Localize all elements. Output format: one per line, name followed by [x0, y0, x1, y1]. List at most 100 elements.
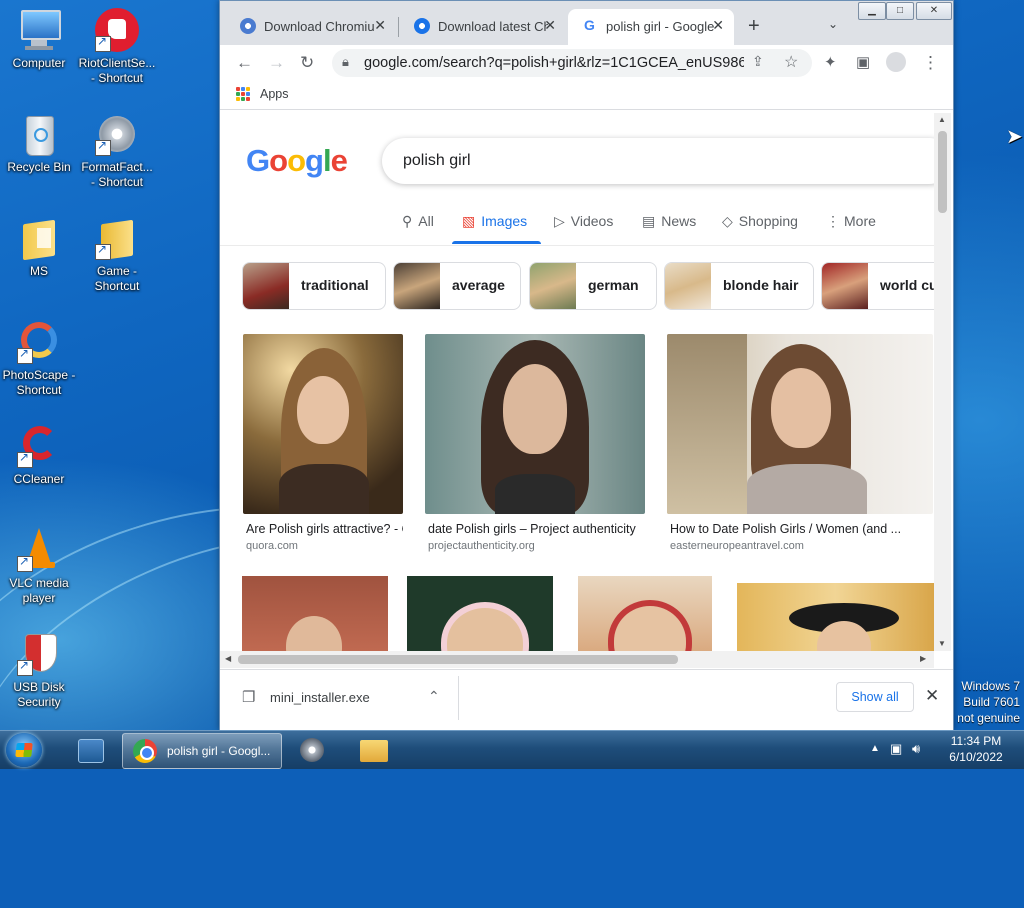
windows-watermark: Windows 7 Build 7601 not genuine: [957, 678, 1020, 726]
shortcut-arrow-icon: [95, 242, 111, 260]
taskbar-app-explorer[interactable]: [354, 733, 394, 767]
address-bar[interactable]: 🔒︎ google.com/search?q=polish+girl&rlz=1…: [332, 49, 812, 77]
desktop-icon-label: Recycle Bin: [7, 160, 71, 174]
google-logo[interactable]: Google: [246, 143, 348, 179]
image-result[interactable]: date Polish girls – Project authenticity…: [425, 334, 645, 552]
result-image[interactable]: [243, 334, 403, 514]
chip-label: average: [452, 277, 505, 293]
result-image[interactable]: [578, 576, 712, 651]
vertical-scrollbar[interactable]: ▲ ▼: [934, 113, 951, 651]
tab-images[interactable]: ▧ Images: [462, 213, 527, 230]
taskbar-app-chrome[interactable]: polish girl - Googl...: [122, 733, 282, 769]
taskbar-app-network[interactable]: [70, 733, 110, 767]
network-status-icon[interactable]: ▣: [890, 741, 902, 757]
minimize-button[interactable]: ▁: [858, 2, 886, 20]
reload-icon[interactable]: ↻: [300, 53, 314, 73]
result-image[interactable]: [425, 334, 645, 514]
tab-news[interactable]: ▤ News: [642, 213, 696, 230]
tab-polish-girl-search[interactable]: G polish girl - Google Search ✕: [568, 9, 734, 45]
apps-bookmark[interactable]: Apps: [260, 87, 289, 101]
result-source[interactable]: projectauthenticity.org: [425, 540, 645, 552]
volume-icon[interactable]: 🔊︎: [912, 741, 920, 757]
clock-time[interactable]: 11:34 PM: [936, 734, 1016, 748]
close-icon[interactable]: ✕: [544, 17, 556, 34]
apps-grid-icon[interactable]: [236, 87, 250, 101]
result-image[interactable]: [242, 576, 388, 651]
new-tab-button[interactable]: +: [748, 15, 760, 38]
file-icon: ❐: [242, 689, 256, 706]
chip-average[interactable]: average: [393, 262, 521, 310]
scroll-up-icon[interactable]: ▲: [938, 115, 946, 124]
back-icon[interactable]: ←: [236, 53, 253, 73]
download-item[interactable]: mini_installer.exe: [270, 690, 370, 705]
desktop-icon-ccleaner[interactable]: CCleaner: [0, 424, 78, 487]
result-source[interactable]: quora.com: [243, 540, 403, 552]
desktop-icon-label: Computer: [12, 56, 66, 70]
image-result[interactable]: Are Polish girls attractive? - Quora quo…: [243, 334, 403, 552]
chevron-up-icon[interactable]: ▲: [870, 743, 880, 754]
chip-thumbnail: [822, 263, 868, 309]
result-source[interactable]: easterneuropeantravel.com: [667, 540, 933, 552]
tab-all[interactable]: ⚲ All: [402, 213, 434, 230]
profile-avatar[interactable]: [886, 52, 906, 72]
tab-download-latest-chrome[interactable]: Download latest Chrome ✕: [400, 9, 566, 45]
result-image[interactable]: [737, 583, 934, 651]
image-result[interactable]: How to Date Polish Girls / Women (and ..…: [667, 334, 933, 552]
desktop-icon-game[interactable]: Game - Shortcut: [78, 216, 156, 294]
result-image[interactable]: [407, 576, 553, 651]
desktop-icon-ms[interactable]: MS: [0, 216, 78, 279]
chevron-up-icon[interactable]: ⌃: [428, 688, 440, 705]
clock-date[interactable]: 6/10/2022: [936, 750, 1016, 764]
desktop-icon-riot-client[interactable]: RiotClientSe... - Shortcut: [78, 8, 156, 86]
close-icon[interactable]: ✕: [374, 17, 386, 34]
desktop-icon-recycle-bin[interactable]: Recycle Bin: [0, 112, 78, 175]
chip-traditional[interactable]: traditional: [242, 262, 386, 310]
close-icon[interactable]: ✕: [712, 17, 724, 34]
chip-world-cup[interactable]: world cup: [821, 262, 934, 310]
desktop-icon-vlc[interactable]: VLC media player: [0, 528, 78, 606]
horizontal-scrollbar[interactable]: ◀ ▶: [220, 651, 934, 668]
show-all-button[interactable]: Show all: [836, 682, 914, 712]
result-title[interactable]: Are Polish girls attractive? - Quora: [243, 522, 403, 536]
tab-label: More: [844, 213, 876, 229]
image-icon: ▧: [462, 213, 476, 229]
scrollbar-thumb[interactable]: [238, 655, 678, 664]
desktop-icon-computer[interactable]: Computer: [0, 8, 78, 71]
chip-blonde-hair[interactable]: blonde hair: [664, 262, 814, 310]
close-window-button[interactable]: ✕: [916, 2, 952, 20]
scroll-right-icon[interactable]: ▶: [920, 654, 926, 663]
riot-client-icon: [95, 8, 139, 52]
scroll-down-icon[interactable]: ▼: [938, 639, 946, 648]
shortcut-arrow-icon: [17, 346, 33, 364]
result-title[interactable]: date Polish girls – Project authenticity: [425, 522, 645, 536]
taskbar-app-media[interactable]: [292, 733, 332, 767]
tab-download-chromium[interactable]: Download Chromium ✕: [226, 9, 396, 45]
chip-german[interactable]: german: [529, 262, 657, 310]
result-image[interactable]: [667, 334, 933, 514]
side-panel-icon[interactable]: ▣: [856, 53, 870, 71]
desktop-icon-format-factory[interactable]: FormatFact... - Shortcut: [78, 112, 156, 190]
media-icon: [300, 738, 324, 762]
url-text[interactable]: google.com/search?q=polish+girl&rlz=1C1G…: [364, 55, 744, 71]
search-input[interactable]: polish girl: [382, 138, 934, 184]
chrome-icon: [133, 739, 157, 763]
star-icon[interactable]: ☆: [784, 52, 798, 72]
search-query[interactable]: polish girl: [403, 152, 471, 170]
close-icon[interactable]: ✕: [925, 686, 939, 706]
extensions-icon[interactable]: ✦: [824, 53, 837, 71]
tab-more[interactable]: ⋮ More: [826, 213, 876, 230]
chevron-down-icon[interactable]: ⌄: [828, 17, 838, 31]
desktop-icon-photoscape[interactable]: PhotoScape - Shortcut: [0, 320, 78, 398]
scroll-left-icon[interactable]: ◀: [225, 654, 231, 663]
chromium-icon: [240, 18, 256, 34]
scrollbar-thumb[interactable]: [938, 131, 947, 213]
tab-videos[interactable]: ▷ Videos: [554, 213, 613, 230]
maximize-button[interactable]: □: [886, 2, 914, 20]
result-title[interactable]: How to Date Polish Girls / Women (and ..…: [667, 522, 933, 536]
forward-icon[interactable]: →: [268, 53, 285, 73]
desktop-icon-usb-disk-security[interactable]: USB Disk Security: [0, 632, 78, 710]
start-button[interactable]: [6, 733, 42, 767]
tab-shopping[interactable]: ◇ Shopping: [722, 213, 798, 230]
menu-icon[interactable]: ⋮: [922, 53, 939, 73]
share-icon[interactable]: ⇪: [752, 53, 764, 70]
